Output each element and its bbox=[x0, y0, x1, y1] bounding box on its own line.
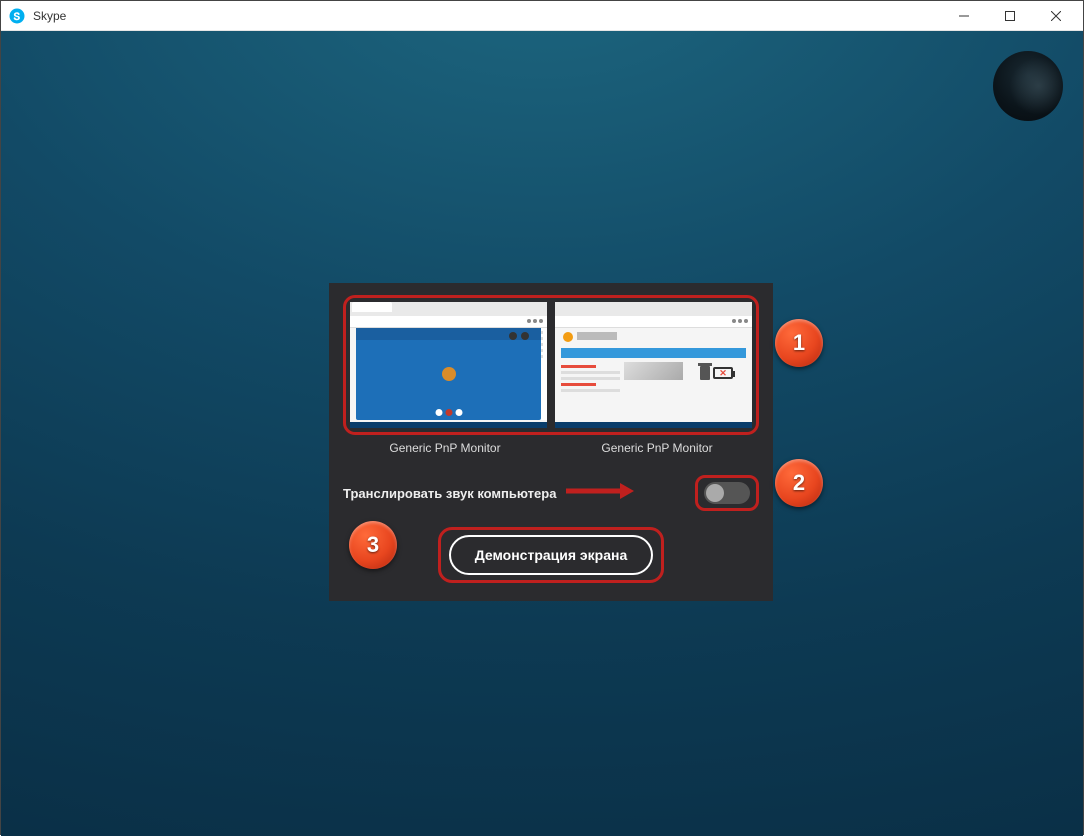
titlebar: Skype bbox=[1, 1, 1083, 31]
share-screen-button[interactable]: Демонстрация экрана bbox=[449, 535, 654, 575]
screen-tile-2[interactable]: ✕ bbox=[555, 302, 752, 428]
action-row: Демонстрация экрана bbox=[343, 527, 759, 583]
annotation-badge-1: 1 bbox=[775, 319, 823, 367]
annotation-badge-2: 2 bbox=[775, 459, 823, 507]
toggle-knob bbox=[706, 484, 724, 502]
broadcast-audio-toggle[interactable] bbox=[704, 482, 750, 504]
audio-row: Транслировать звук компьютера bbox=[343, 475, 759, 511]
annotation-badge-3: 3 bbox=[349, 521, 397, 569]
window-title: Skype bbox=[33, 9, 941, 23]
close-button[interactable] bbox=[1033, 1, 1079, 30]
call-background: ✕ Generic PnP Monitor Generic PnP Monito… bbox=[1, 31, 1083, 836]
screen-label-2: Generic PnP Monitor bbox=[555, 441, 759, 455]
skype-icon bbox=[9, 8, 25, 24]
share-screen-dialog: ✕ Generic PnP Monitor Generic PnP Monito… bbox=[329, 283, 773, 601]
toggle-highlight bbox=[695, 475, 759, 511]
broadcast-audio-label: Транслировать звук компьютера bbox=[343, 486, 556, 501]
window-controls bbox=[941, 1, 1079, 30]
avatar[interactable] bbox=[993, 51, 1063, 121]
screen-tile-1[interactable] bbox=[350, 302, 547, 428]
screen-labels: Generic PnP Monitor Generic PnP Monitor bbox=[343, 441, 759, 455]
screen-label-1: Generic PnP Monitor bbox=[343, 441, 547, 455]
arrow-icon bbox=[564, 482, 634, 505]
screen-choice-row: ✕ bbox=[343, 295, 759, 435]
minimize-button[interactable] bbox=[941, 1, 987, 30]
maximize-button[interactable] bbox=[987, 1, 1033, 30]
share-button-highlight: Демонстрация экрана bbox=[438, 527, 665, 583]
